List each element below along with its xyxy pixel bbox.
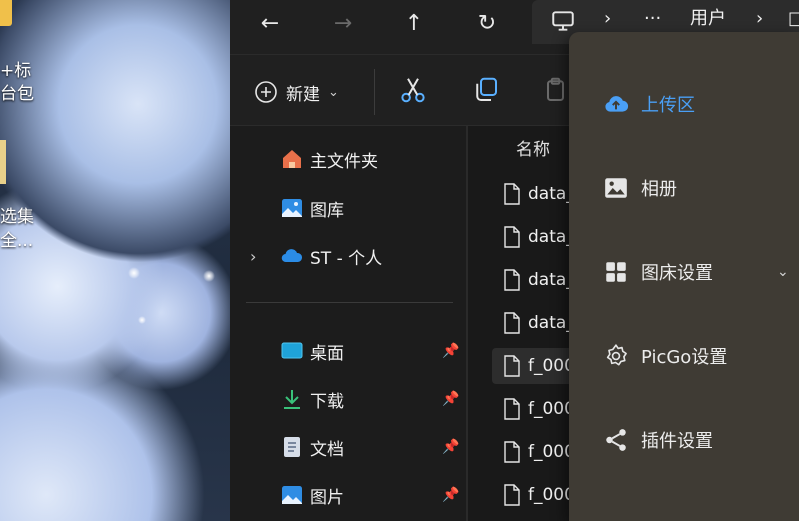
menu-item-label: PicGo设置 <box>641 347 728 368</box>
gear-icon <box>606 344 627 366</box>
chevron-down-icon: ⌄ <box>328 84 339 100</box>
file-name: data_ <box>528 313 575 333</box>
sidebar-item-gallery[interactable]: 图库 <box>230 188 466 228</box>
sidebar-item-label: 文档 <box>310 439 344 460</box>
cut-icon[interactable] <box>398 75 428 105</box>
menu-item-label: 上传区 <box>641 95 695 116</box>
desktop-item-label[interactable]: 台包 <box>0 79 34 104</box>
file-icon <box>504 355 520 377</box>
menu-item-picbed-settings[interactable]: 图床设置 ⌄ <box>569 247 799 297</box>
pin-icon[interactable]: 📌 <box>442 391 459 407</box>
menu-item-label: 插件设置 <box>641 431 713 452</box>
desktop-background: +标 台包 选集 全... <box>0 0 230 521</box>
toolbar-divider <box>374 69 375 115</box>
new-button-label: 新建 <box>286 84 320 105</box>
new-button[interactable]: 新建 ⌄ <box>254 77 339 107</box>
desktop-item-label[interactable]: 选集 <box>0 202 34 227</box>
desktop-item-label[interactable]: 全... <box>0 226 33 251</box>
sidebar-item-downloads[interactable]: 下载 📌 <box>230 379 466 419</box>
document-icon <box>284 437 300 457</box>
grid-icon <box>606 262 626 282</box>
sidebar-item-documents[interactable]: 文档 📌 <box>230 427 466 467</box>
sparkle <box>138 316 146 324</box>
pin-icon[interactable]: 📌 <box>442 343 459 359</box>
chevron-down-icon[interactable]: ⌄ <box>777 264 789 280</box>
sparkle <box>203 270 215 282</box>
monitor-icon[interactable] <box>550 8 576 34</box>
desktop-folder-icon[interactable] <box>0 0 12 26</box>
file-icon <box>504 269 520 291</box>
sidebar-item-label: 图库 <box>310 200 344 221</box>
menu-item-upload[interactable]: 上传区 <box>569 79 799 129</box>
file-name: f_000 <box>528 356 575 376</box>
back-button[interactable]: ← <box>252 6 288 42</box>
file-name: f_000 <box>528 399 575 419</box>
file-icon <box>504 312 520 334</box>
pictures-icon <box>282 486 302 504</box>
sidebar-divider <box>246 302 453 303</box>
menu-item-picgo-settings[interactable]: PicGo设置 <box>569 331 799 381</box>
copy-icon[interactable] <box>471 75 501 105</box>
download-icon <box>284 390 300 409</box>
sidebar-item-label: 下载 <box>310 391 344 412</box>
upload-cloud-icon <box>605 96 629 112</box>
file-icon <box>504 398 520 420</box>
desktop-item-label[interactable]: +标 <box>0 56 31 81</box>
sidebar-item-desktop[interactable]: 桌面 📌 <box>230 331 466 371</box>
pin-icon[interactable]: 📌 <box>442 439 459 455</box>
menu-item-label: 相册 <box>641 179 677 200</box>
sidebar-item-label: 主文件夹 <box>310 151 378 172</box>
desktop-icon <box>281 342 303 359</box>
sidebar-item-label: ST - 个人 <box>310 248 383 269</box>
picgo-menu: 上传区 相册 图床设置 ⌄ PicGo设置 插件设置 <box>569 32 799 521</box>
file-icon <box>504 226 520 248</box>
chevron-right-icon[interactable]: › <box>250 247 256 266</box>
pin-icon[interactable]: 📌 <box>442 487 459 503</box>
navigation-pane: 主文件夹 图库 › ST - 个人 桌面 📌 下载 📌 文档 📌 图片 📌 <box>230 126 466 521</box>
share-icon <box>606 429 626 451</box>
sidebar-item-label: 图片 <box>310 487 344 508</box>
up-button[interactable]: ↑ <box>396 6 432 42</box>
sidebar-item-pictures[interactable]: 图片 📌 <box>230 475 466 515</box>
plus-circle-icon <box>255 81 277 103</box>
menu-item-album[interactable]: 相册 <box>569 163 799 213</box>
file-name: data_ <box>528 184 575 204</box>
file-icon <box>504 441 520 463</box>
home-icon <box>283 150 301 168</box>
menu-item-label: 图床设置 <box>641 263 713 284</box>
onedrive-icon <box>281 249 303 263</box>
refresh-button[interactable]: ↻ <box>469 6 505 42</box>
gallery-icon <box>282 199 302 217</box>
desktop-file-icon[interactable] <box>0 140 6 184</box>
file-name: data_ <box>528 227 575 247</box>
sparkle <box>128 267 140 279</box>
file-icon <box>504 484 520 506</box>
file-name: data_ <box>528 270 575 290</box>
album-icon <box>605 178 627 198</box>
sidebar-item-home[interactable]: 主文件夹 <box>230 139 466 179</box>
file-name: f_000 <box>528 442 575 462</box>
file-icon <box>504 183 520 205</box>
sidebar-item-label: 桌面 <box>310 343 344 364</box>
menu-item-plugin-settings[interactable]: 插件设置 <box>569 415 799 465</box>
sidebar-item-onedrive[interactable]: › ST - 个人 <box>230 236 466 276</box>
forward-button[interactable]: → <box>325 6 361 42</box>
column-header-name[interactable]: 名称 <box>516 135 550 160</box>
file-name: f_000 <box>528 485 575 505</box>
